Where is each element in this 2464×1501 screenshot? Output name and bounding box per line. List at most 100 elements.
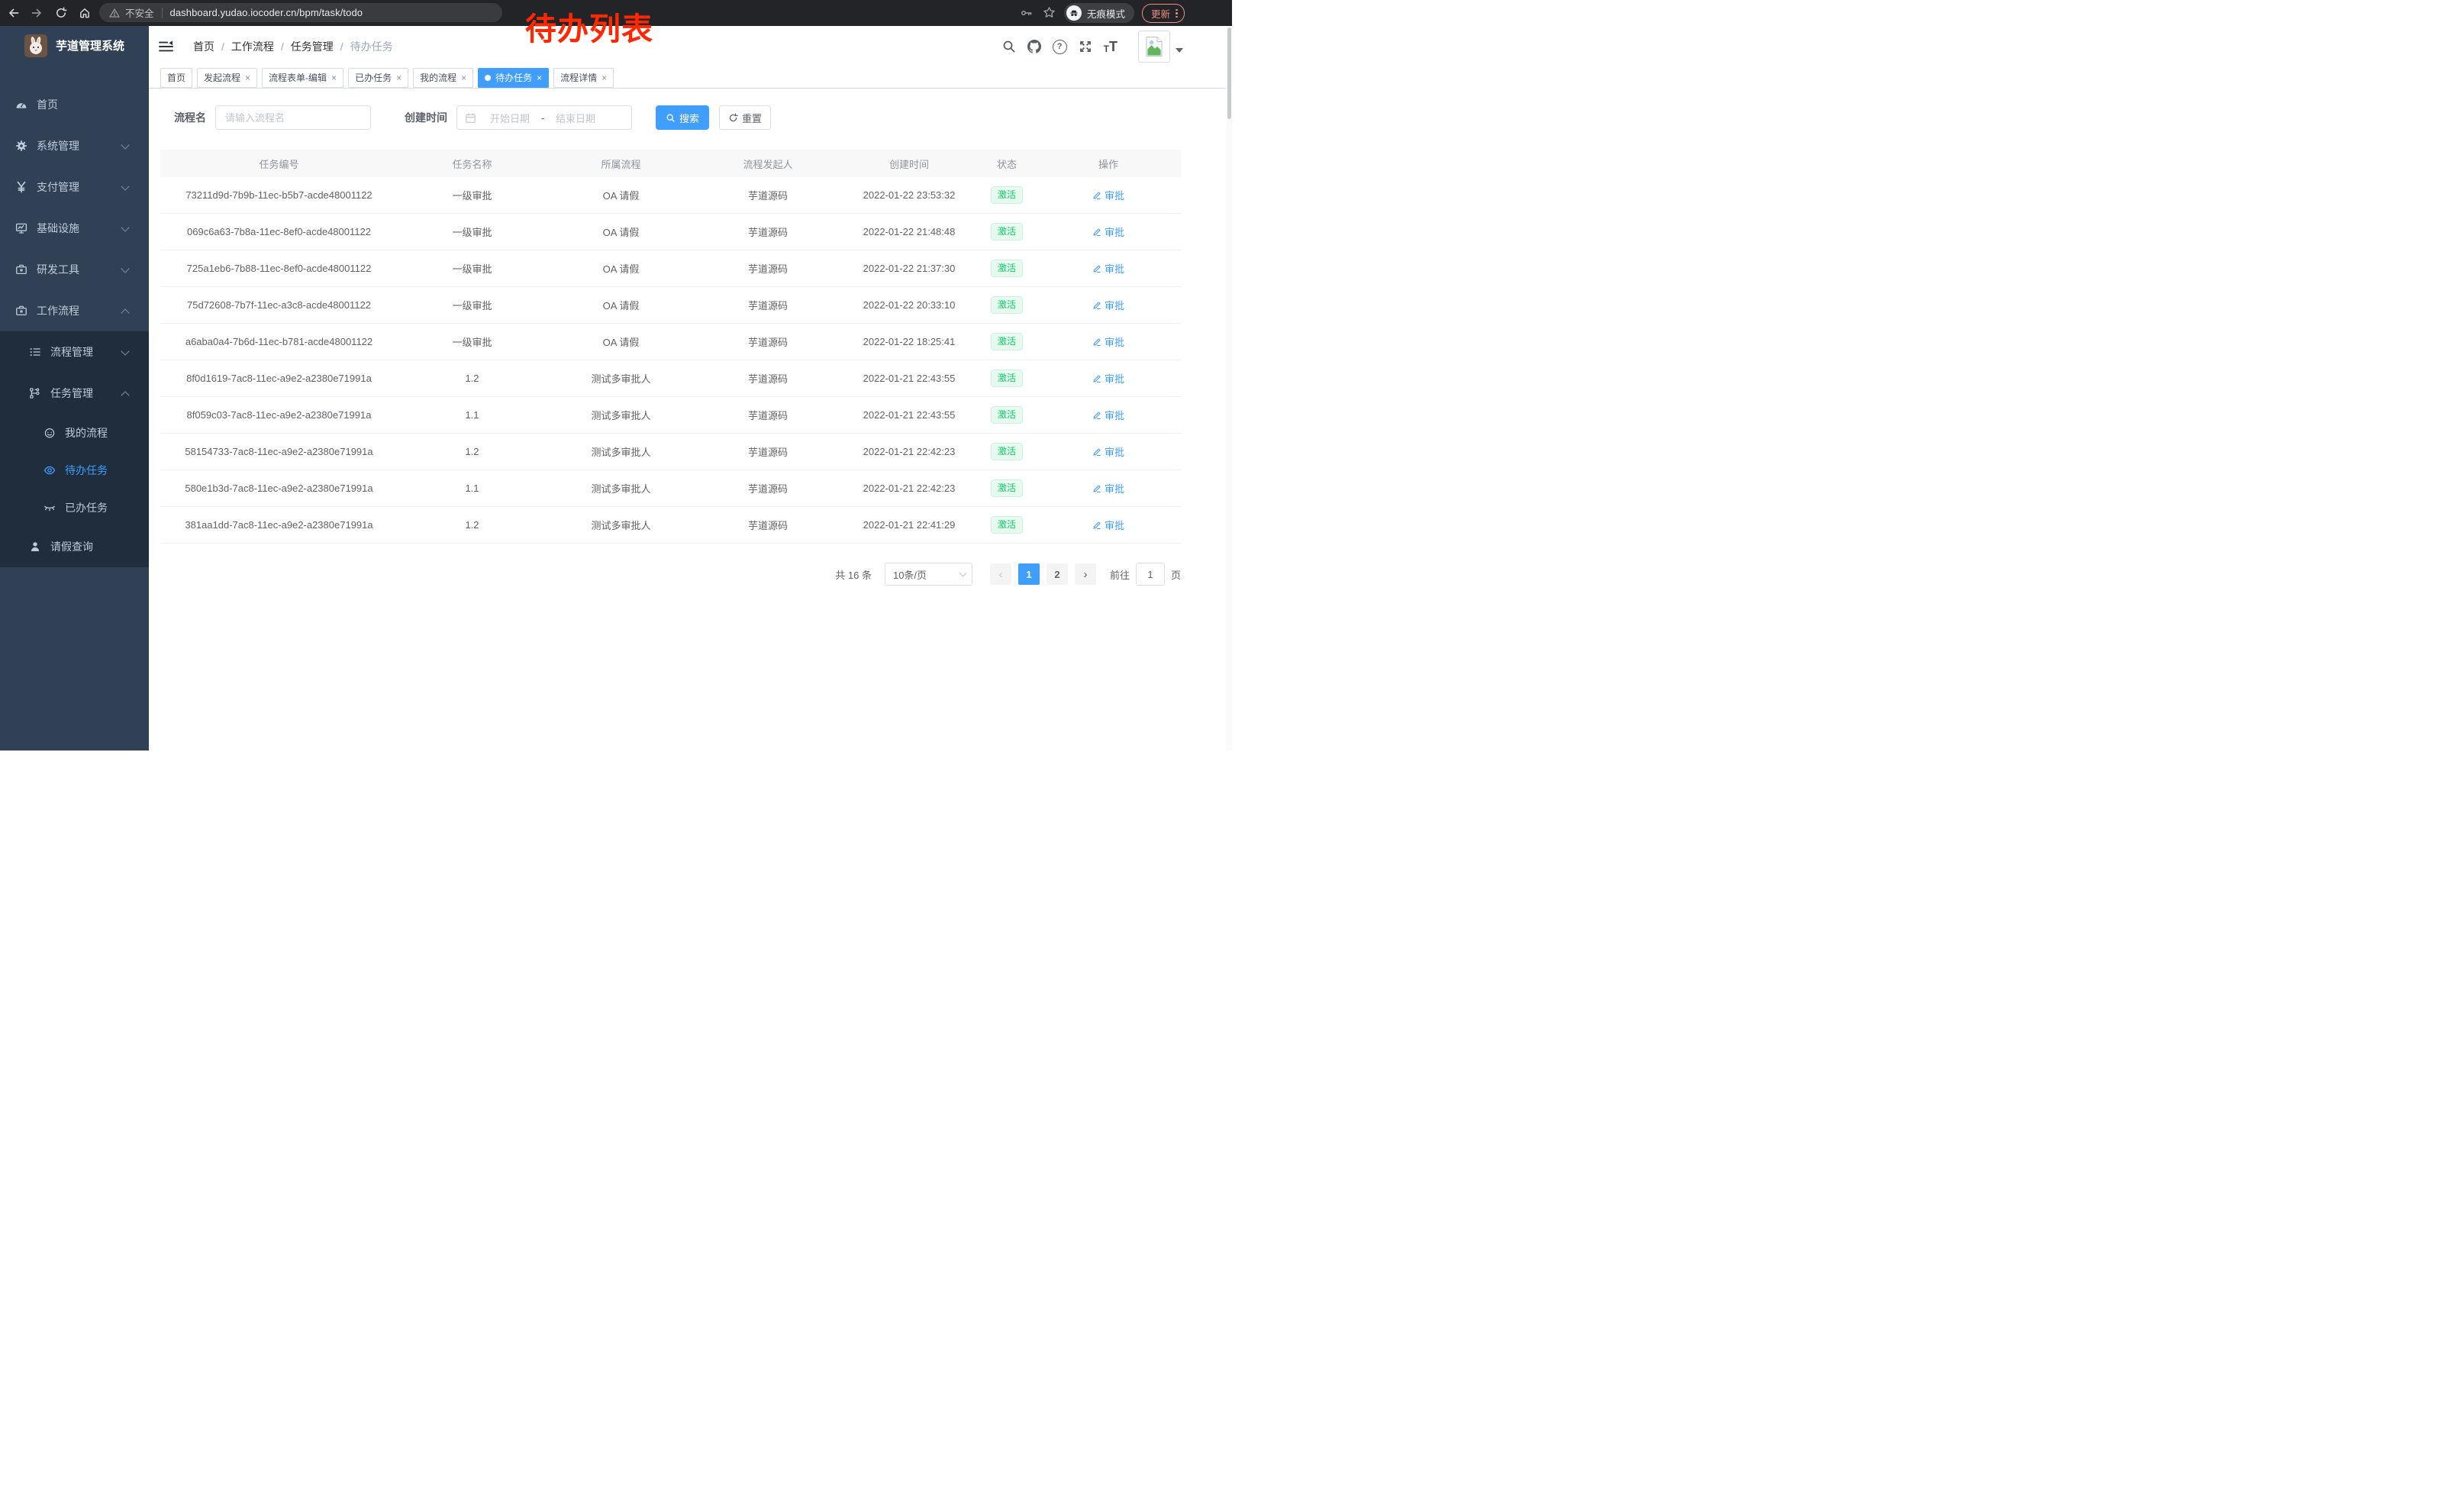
security-label[interactable]: 不安全 bbox=[125, 5, 154, 20]
table-row: 75d72608-7b7f-11ec-a3c8-acde48001122 一级审… bbox=[160, 287, 1181, 324]
browser-menu-dots-icon[interactable] bbox=[1176, 9, 1178, 18]
password-key-icon[interactable] bbox=[1021, 7, 1033, 19]
update-button[interactable]: 更新 bbox=[1142, 4, 1185, 23]
sidebar-item-home[interactable]: 首页 bbox=[0, 84, 149, 125]
approve-link[interactable]: 审批 bbox=[1092, 188, 1124, 202]
breadcrumb-task-mgmt[interactable]: 任务管理 bbox=[291, 39, 334, 54]
reset-button[interactable]: 重置 bbox=[719, 105, 771, 130]
pencil-icon bbox=[1092, 411, 1101, 420]
yen-icon bbox=[15, 181, 27, 193]
table-header: 任务编号 任务名称 所属流程 流程发起人 创建时间 状态 操作 bbox=[160, 150, 1181, 177]
goto-page-input[interactable] bbox=[1136, 563, 1165, 586]
avatar[interactable] bbox=[1138, 31, 1170, 63]
approve-link[interactable]: 审批 bbox=[1092, 298, 1124, 312]
status-badge: 激活 bbox=[991, 443, 1023, 460]
pencil-icon bbox=[1092, 264, 1101, 273]
search-icon[interactable] bbox=[1002, 40, 1016, 53]
back-icon[interactable] bbox=[8, 7, 20, 19]
close-icon[interactable]: × bbox=[396, 73, 402, 82]
task-id: 069c6a63-7b8a-11ec-8ef0-acde48001122 bbox=[160, 226, 398, 237]
url-text[interactable]: dashboard.yudao.iocoder.cn/bpm/task/todo bbox=[170, 7, 363, 18]
header-actions: ? TT bbox=[1002, 31, 1232, 63]
approve-link[interactable]: 审批 bbox=[1092, 261, 1124, 276]
close-icon[interactable]: × bbox=[245, 73, 250, 82]
person-face-icon bbox=[44, 427, 56, 439]
sidebar-item-my-process[interactable]: 我的流程 bbox=[0, 414, 149, 451]
approve-link[interactable]: 审批 bbox=[1092, 518, 1124, 532]
tab-done-tasks[interactable]: 已办任务× bbox=[348, 68, 408, 88]
prev-page-button[interactable]: ‹ bbox=[990, 563, 1011, 585]
avatar-dropdown-caret[interactable] bbox=[1176, 48, 1183, 56]
tab-bar: 首页 发起流程× 流程表单-编辑× 已办任务× 我的流程× 待办任务× 流程详情… bbox=[149, 67, 1232, 89]
date-range-picker[interactable]: 开始日期 - 结束日期 bbox=[456, 105, 632, 130]
page-button-1[interactable]: 1 bbox=[1018, 563, 1040, 585]
home-icon[interactable] bbox=[79, 7, 91, 19]
pencil-icon bbox=[1092, 374, 1101, 383]
tab-process-detail[interactable]: 流程详情× bbox=[553, 68, 614, 88]
sidebar-item-infra[interactable]: 基础设施 bbox=[0, 208, 149, 249]
end-date-placeholder: 结束日期 bbox=[548, 111, 603, 125]
close-icon[interactable]: × bbox=[461, 73, 466, 82]
scrollbar-thumb[interactable] bbox=[1227, 27, 1231, 119]
sidebar-collapse-icon[interactable] bbox=[159, 40, 173, 53]
page-scrollbar[interactable] bbox=[1226, 26, 1232, 750]
task-id: 725a1eb6-7b88-11ec-8ef0-acde48001122 bbox=[160, 263, 398, 274]
url-bar[interactable]: 不安全 dashboard.yudao.iocoder.cn/bpm/task/… bbox=[99, 3, 502, 22]
breadcrumb-workflow[interactable]: 工作流程 bbox=[231, 39, 274, 54]
help-icon[interactable]: ? bbox=[1053, 40, 1067, 54]
sidebar-item-leave-query[interactable]: 请假查询 bbox=[0, 526, 149, 567]
close-icon[interactable]: × bbox=[537, 73, 542, 82]
task-id: 580e1b3d-7ac8-11ec-a9e2-a2380e71991a bbox=[160, 483, 398, 494]
sidebar-item-devtools[interactable]: 研发工具 bbox=[0, 249, 149, 290]
tab-my-process[interactable]: 我的流程× bbox=[413, 68, 473, 88]
create-time-label: 创建时间 bbox=[405, 110, 447, 125]
list-icon bbox=[29, 346, 41, 358]
tab-home[interactable]: 首页 bbox=[160, 68, 192, 88]
approve-link[interactable]: 审批 bbox=[1092, 481, 1124, 495]
status-badge: 激活 bbox=[991, 223, 1023, 240]
bookmark-star-icon[interactable] bbox=[1043, 6, 1056, 19]
sidebar-item-workflow[interactable]: 工作流程 bbox=[0, 290, 149, 331]
page-size-select[interactable]: 10条/页 bbox=[885, 563, 972, 586]
task-id: 58154733-7ac8-11ec-a9e2-a2380e71991a bbox=[160, 446, 398, 457]
approve-link[interactable]: 审批 bbox=[1092, 408, 1124, 422]
tab-start-process[interactable]: 发起流程× bbox=[197, 68, 257, 88]
sidebar-item-payment[interactable]: 支付管理 bbox=[0, 166, 149, 208]
tab-todo-tasks[interactable]: 待办任务× bbox=[478, 68, 549, 88]
sidebar-item-system[interactable]: 系统管理 bbox=[0, 125, 149, 166]
github-icon[interactable] bbox=[1027, 40, 1041, 53]
sidebar-item-task-mgmt[interactable]: 任务管理 bbox=[0, 373, 149, 414]
chevron-down-icon bbox=[121, 347, 129, 355]
table-row: 381aa1dd-7ac8-11ec-a9e2-a2380e71991a 1.2… bbox=[160, 507, 1181, 544]
logo-row[interactable]: 芋道管理系统 bbox=[0, 26, 149, 65]
table-row: 580e1b3d-7ac8-11ec-a9e2-a2380e71991a 1.1… bbox=[160, 470, 1181, 507]
font-size-icon[interactable]: TT bbox=[1104, 40, 1118, 53]
sidebar-item-done-tasks[interactable]: 已办任务 bbox=[0, 489, 149, 526]
approve-link[interactable]: 审批 bbox=[1092, 334, 1124, 349]
approve-link[interactable]: 审批 bbox=[1092, 444, 1124, 459]
sidebar-item-process-mgmt[interactable]: 流程管理 bbox=[0, 331, 149, 373]
status-badge: 激活 bbox=[991, 516, 1023, 534]
security-warning-icon bbox=[109, 8, 120, 18]
forward-icon[interactable] bbox=[31, 7, 43, 19]
breadcrumb-home[interactable]: 首页 bbox=[193, 39, 214, 54]
sidebar-item-todo-tasks[interactable]: 待办任务 bbox=[0, 451, 149, 489]
chevron-down-icon bbox=[121, 264, 129, 273]
close-icon[interactable]: × bbox=[331, 73, 337, 82]
tab-form-edit[interactable]: 流程表单-编辑× bbox=[262, 68, 343, 88]
goto-label: 前往 bbox=[1110, 567, 1130, 582]
fullscreen-icon[interactable] bbox=[1079, 40, 1092, 53]
table-row: 069c6a63-7b8a-11ec-8ef0-acde48001122 一级审… bbox=[160, 214, 1181, 250]
approve-link[interactable]: 审批 bbox=[1092, 224, 1124, 239]
search-button[interactable]: 搜索 bbox=[656, 105, 709, 130]
next-page-button[interactable]: › bbox=[1075, 563, 1096, 585]
total-count: 共 16 条 bbox=[835, 567, 872, 582]
process-name-input[interactable] bbox=[215, 105, 371, 130]
table-row: a6aba0a4-7b6d-11ec-b781-acde48001122 一级审… bbox=[160, 324, 1181, 360]
page-button-2[interactable]: 2 bbox=[1047, 563, 1068, 585]
refresh-icon bbox=[728, 113, 738, 123]
reload-icon[interactable] bbox=[55, 7, 67, 19]
approve-link[interactable]: 审批 bbox=[1092, 371, 1124, 386]
close-icon[interactable]: × bbox=[601, 73, 607, 82]
breadcrumb: 首页 / 工作流程 / 任务管理 / 待办任务 bbox=[193, 39, 393, 54]
